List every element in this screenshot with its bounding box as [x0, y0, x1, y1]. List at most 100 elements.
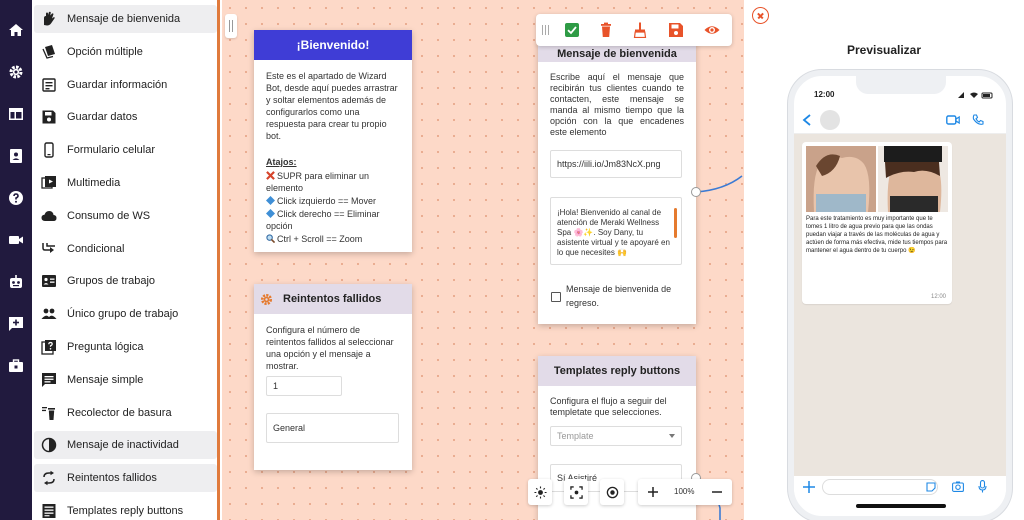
clean-icon[interactable]	[632, 22, 648, 38]
sticker-icon[interactable]	[926, 482, 936, 492]
phone-call-icon[interactable]	[972, 114, 984, 126]
eye-icon[interactable]	[704, 22, 720, 38]
card-toolbar	[536, 14, 732, 46]
template-select-value: Template	[557, 431, 594, 441]
single-group-icon	[41, 306, 57, 322]
menu-item-label: Formulario celular	[67, 144, 156, 157]
welcome-card[interactable]: ¡Bienvenido! Este es el apartado de Wiza…	[254, 30, 412, 252]
return-welcome-checkbox[interactable]	[551, 292, 561, 302]
menu-item-label: Recolector de basura	[67, 406, 172, 419]
textarea-scrollbar[interactable]	[674, 208, 677, 238]
zoom-out-icon[interactable]	[710, 485, 724, 499]
help-icon[interactable]	[8, 190, 24, 206]
center-icon[interactable]	[600, 479, 624, 505]
camera-icon[interactable]	[952, 481, 964, 492]
mobile-form-icon	[41, 142, 57, 158]
retries-card-title: Reintentos fallidos	[283, 293, 382, 305]
cloud-icon	[41, 208, 57, 224]
robot-icon[interactable]	[8, 274, 24, 290]
video-icon[interactable]	[8, 232, 24, 248]
preview-title: Previsualizar	[846, 43, 922, 57]
menu-item[interactable]: Condicional	[34, 235, 217, 263]
retries-card[interactable]: Reintentos fallidos Configura el número …	[254, 284, 412, 470]
shortcut-item: Click derecho == Eliminar opción	[266, 209, 380, 231]
welcome-message-textarea[interactable]: ¡Hola! Bienvenido al canal de atención d…	[550, 197, 682, 265]
flow-canvas[interactable]: ¡Bienvenido! Este es el apartado de Wiza…	[222, 0, 744, 520]
multiple-option-icon	[41, 44, 57, 60]
zoom-in-icon[interactable]	[646, 485, 660, 499]
contacts-icon[interactable]	[8, 148, 24, 164]
chat-input-bar	[794, 476, 1006, 500]
work-groups-icon	[41, 273, 57, 289]
menu-item[interactable]: Pregunta lógica	[34, 333, 217, 361]
shortcut-item: Ctrl + Scroll == Zoom	[266, 233, 400, 245]
image-url-input[interactable]: https://iili.io/Jm83NcX.png	[550, 150, 682, 178]
status-icons	[958, 92, 993, 99]
menu-item[interactable]: Mensaje de inactividad	[34, 431, 217, 460]
welcome-card-intro: Este es el apartado de Wizard Bot, desde…	[266, 71, 398, 141]
check-icon[interactable]	[564, 22, 580, 38]
after-photo	[878, 146, 948, 212]
menu-item-label: Mensaje simple	[67, 373, 144, 386]
layout-icon[interactable]	[8, 106, 24, 122]
return-welcome-label: Mensaje de bienvenida de regreso.	[566, 284, 672, 308]
gear-icon[interactable]	[260, 293, 273, 306]
home-icon[interactable]	[8, 22, 24, 38]
add-message-icon[interactable]	[8, 316, 24, 332]
menu-item[interactable]: Recolector de basura	[34, 399, 217, 427]
home-indicator	[856, 504, 946, 508]
menu-item[interactable]: Templates reply buttons	[34, 497, 217, 520]
output-port[interactable]	[691, 187, 701, 197]
magnifier-icon	[266, 234, 276, 244]
templates-card-title: Templates reply buttons	[538, 356, 696, 386]
video-call-icon[interactable]	[946, 114, 960, 126]
message-image	[806, 146, 948, 212]
menu-item[interactable]: Único grupo de trabajo	[34, 300, 217, 328]
retries-message-input[interactable]: General	[266, 413, 399, 443]
welcome-message-card[interactable]: Mensaje de bienvenida Escribe aquí el me…	[538, 40, 696, 324]
menu-item[interactable]: Formulario celular	[34, 136, 217, 164]
toolbar-grip[interactable]	[542, 25, 548, 35]
delete-icon[interactable]	[598, 22, 614, 38]
canvas-drag-handle[interactable]	[225, 14, 237, 38]
close-icon[interactable]	[752, 7, 769, 24]
menu-item[interactable]: Reintentos fallidos	[34, 464, 217, 493]
chat-message-input[interactable]	[822, 479, 938, 495]
gear-icon[interactable]	[8, 64, 24, 80]
shortcut-item: Click izquierdo == Mover	[266, 195, 400, 207]
menu-item[interactable]: Multimedia	[34, 169, 217, 197]
briefcase-icon[interactable]	[8, 358, 24, 374]
menu-item[interactable]: Consumo de WS	[34, 202, 217, 230]
welcome-card-title: ¡Bienvenido!	[254, 30, 412, 60]
shortcuts-title: Atajos:	[266, 157, 297, 167]
welcome-hand-icon	[41, 11, 57, 27]
microphone-icon[interactable]	[978, 480, 987, 493]
menu-item[interactable]: Guardar información	[34, 71, 217, 99]
save-info-icon	[41, 77, 57, 93]
menu-item-label: Mensaje de bienvenida	[67, 13, 181, 25]
menu-item-label: Guardar información	[67, 78, 168, 91]
back-arrow-icon[interactable]	[802, 114, 812, 126]
template-select[interactable]: Template	[550, 426, 682, 446]
retries-count-input[interactable]: 1	[266, 376, 342, 396]
retries-card-description: Configura el número de reintentos fallid…	[266, 325, 394, 371]
menu-item-label: Grupos de trabajo	[67, 275, 156, 288]
message-text: Para este tratamiento es muy importante …	[806, 216, 948, 254]
menu-item-label: Condicional	[67, 242, 125, 255]
fit-screen-icon[interactable]	[564, 479, 588, 505]
menu-item[interactable]: Mensaje simple	[34, 366, 217, 394]
plus-icon[interactable]	[802, 480, 816, 494]
chat-header	[794, 106, 1006, 134]
menu-item[interactable]: Opción múltiple	[34, 38, 217, 66]
menu-item[interactable]: Mensaje de bienvenida	[34, 5, 217, 33]
trash-collector-icon	[41, 405, 57, 421]
phone-mockup: 12:00 Para este tratamiento es muy impor…	[788, 70, 1012, 520]
menu-item[interactable]: Grupos de trabajo	[34, 267, 217, 295]
menu-item-label: Consumo de WS	[67, 209, 151, 222]
save-icon[interactable]	[668, 22, 684, 38]
brightness-icon[interactable]	[528, 479, 552, 505]
welcome-message-description: Escribe aquí el mensaje que recibirán tu…	[550, 72, 684, 137]
connection-wire	[695, 175, 743, 520]
retries-card-header: Reintentos fallidos	[254, 284, 412, 314]
menu-item[interactable]: Guardar datos	[34, 103, 217, 131]
